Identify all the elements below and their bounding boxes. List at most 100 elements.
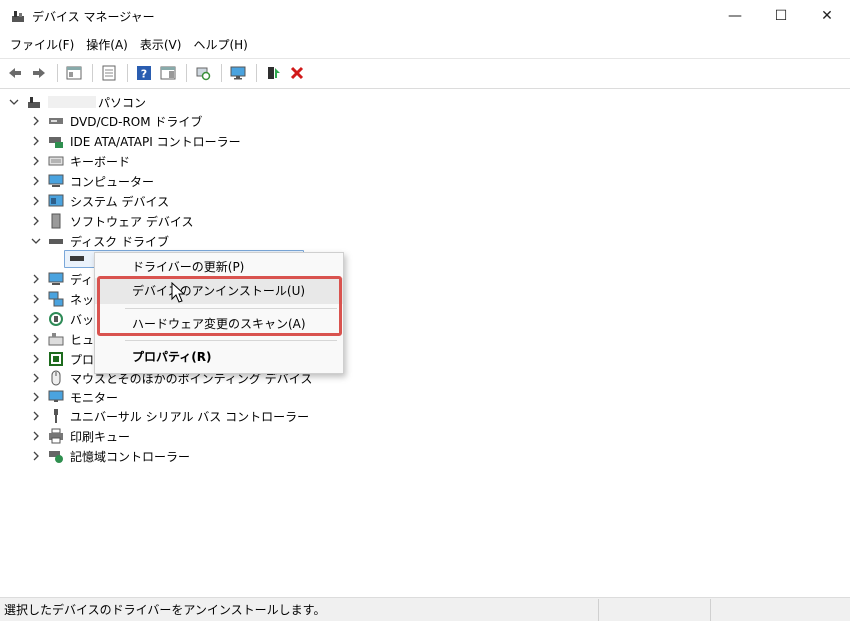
maximize-icon: ☐: [774, 8, 788, 24]
toolbar-separator: [221, 63, 222, 82]
monitor-icon: [230, 66, 246, 79]
maximize-button[interactable]: ☐: [758, 0, 804, 32]
toolbar-separator: [92, 63, 93, 82]
minimize-button[interactable]: —: [712, 0, 758, 32]
menu-action[interactable]: 操作(A): [80, 34, 134, 56]
toolbar-separator: [256, 63, 257, 82]
tree-item-hid[interactable]: ヒュ: [30, 329, 94, 349]
uninstall-device-button[interactable]: [286, 62, 308, 84]
tree-item-network[interactable]: ネッ: [30, 289, 94, 309]
chevron-right-icon[interactable]: [30, 135, 42, 147]
chevron-down-icon[interactable]: [30, 235, 42, 247]
tree-item-label: ネッ: [70, 292, 95, 307]
tree-item-label: ユニバーサル シリアル バス コントローラー: [70, 409, 310, 424]
toolbar-separator: [186, 63, 187, 82]
chevron-right-icon[interactable]: [30, 410, 42, 422]
mouse-icon: [48, 370, 64, 386]
tree-root[interactable]: パソコン: [8, 92, 146, 112]
tree-item-ide[interactable]: IDE ATA/ATAPI コントローラー: [30, 131, 241, 151]
chevron-right-icon[interactable]: [30, 353, 42, 365]
hid-icon: [48, 331, 64, 347]
chevron-right-icon[interactable]: [30, 115, 42, 127]
tree-item-label: システム デバイス: [70, 194, 170, 209]
computer-root-icon: [26, 94, 42, 110]
update-driver-icon: [268, 66, 280, 79]
tree-item-print-queue[interactable]: 印刷キュー: [30, 426, 130, 446]
window-title: デバイス マネージャー: [32, 9, 155, 24]
redacted-name: [48, 96, 96, 108]
chevron-right-icon[interactable]: [30, 333, 42, 345]
tree-item-label: IDE ATA/ATAPI コントローラー: [70, 134, 241, 149]
tree-item-label: バッ: [70, 312, 95, 327]
svg-text:?: ?: [141, 67, 147, 80]
status-cell: [710, 598, 822, 621]
tree-item-display[interactable]: ディ: [30, 269, 93, 289]
chevron-right-icon[interactable]: [30, 155, 42, 167]
show-hide-console-tree-icon: [66, 66, 82, 79]
tree-item-storage-controllers[interactable]: 記憶域コントローラー: [30, 446, 190, 466]
tree-item-battery[interactable]: バッ: [30, 309, 94, 329]
scan-hardware-button[interactable]: [192, 62, 214, 84]
chevron-right-icon[interactable]: [30, 430, 42, 442]
properties-menu-item[interactable]: プロパティ(R): [95, 344, 343, 370]
back-button[interactable]: [4, 62, 26, 84]
chevron-right-icon[interactable]: [30, 450, 42, 462]
status-bar: 選択したデバイスのドライバーをアンインストールします。: [0, 597, 850, 621]
chevron-right-icon[interactable]: [30, 195, 42, 207]
help-icon: ?: [137, 65, 151, 80]
tree-item-monitor[interactable]: モニター: [30, 387, 118, 407]
tree-item-usb[interactable]: ユニバーサル シリアル バス コントローラー: [30, 406, 309, 426]
display-adapter-icon: [48, 271, 64, 287]
tree-item-label: 記憶域コントローラー: [70, 449, 191, 464]
keyboard-icon: [48, 153, 64, 169]
storage-controller-icon: [48, 448, 64, 464]
tree-item-keyboard[interactable]: キーボード: [30, 151, 130, 171]
tree-item-processor[interactable]: プロ: [30, 349, 94, 369]
battery-icon: [48, 311, 64, 327]
scan-hardware-icon: [196, 67, 211, 80]
menu-view[interactable]: 表示(V): [134, 34, 188, 56]
menu-help[interactable]: ヘルプ(H): [187, 34, 253, 56]
tree-item-label: プロ: [70, 352, 95, 367]
usb-icon: [48, 408, 64, 424]
properties-button[interactable]: [98, 62, 120, 84]
tree-item-disk-drives[interactable]: ディスク ドライブ: [30, 231, 169, 251]
tree-item-system-devices[interactable]: システム デバイス: [30, 191, 169, 211]
title-bar: デバイス マネージャー — ☐ ✕: [0, 0, 850, 32]
chevron-right-icon[interactable]: [30, 293, 42, 305]
menu-file[interactable]: ファイル(F): [4, 34, 80, 56]
close-button[interactable]: ✕: [804, 0, 850, 32]
tree-item-software-devices[interactable]: ソフトウェア デバイス: [30, 211, 193, 231]
tree-item-label: モニター: [70, 390, 119, 405]
tree-item-label: ディスク ドライブ: [70, 234, 169, 249]
status-text: 選択したデバイスのドライバーをアンインストールします。: [4, 603, 326, 617]
network-adapter-icon: [48, 291, 64, 307]
action-pane-icon: [160, 66, 176, 79]
chevron-right-icon[interactable]: [30, 215, 42, 227]
tree-item-label: ディ: [70, 272, 94, 287]
chevron-down-icon[interactable]: [8, 96, 20, 108]
tree-item-label: ソフトウェア デバイス: [70, 214, 194, 229]
tree-item-label: コンピューター: [70, 174, 155, 189]
tree-item-label: ヒュ: [70, 332, 95, 347]
tree-item-dvd[interactable]: DVD/CD-ROM ドライブ: [30, 111, 202, 131]
update-driver-button[interactable]: [262, 62, 284, 84]
console-tree-button[interactable]: [63, 62, 85, 84]
help-button[interactable]: ?: [133, 62, 155, 84]
ide-controller-icon: [48, 133, 64, 149]
software-devices-icon: [48, 213, 64, 229]
toolbar: ?: [0, 58, 850, 86]
tree-root-label: パソコン: [98, 95, 147, 110]
chevron-right-icon[interactable]: [30, 372, 42, 384]
chevron-right-icon[interactable]: [30, 175, 42, 187]
tree-item-label: DVD/CD-ROM ドライブ: [70, 114, 203, 129]
chevron-right-icon[interactable]: [30, 313, 42, 325]
chevron-right-icon[interactable]: [30, 391, 42, 403]
tree-item-computer[interactable]: コンピューター: [30, 171, 154, 191]
forward-arrow-icon: [33, 67, 45, 78]
forward-button[interactable]: [28, 62, 50, 84]
action-pane-button[interactable]: [157, 62, 179, 84]
uninstall-device-icon: [290, 66, 304, 79]
chevron-right-icon[interactable]: [30, 273, 42, 285]
monitor-button[interactable]: [227, 62, 249, 84]
